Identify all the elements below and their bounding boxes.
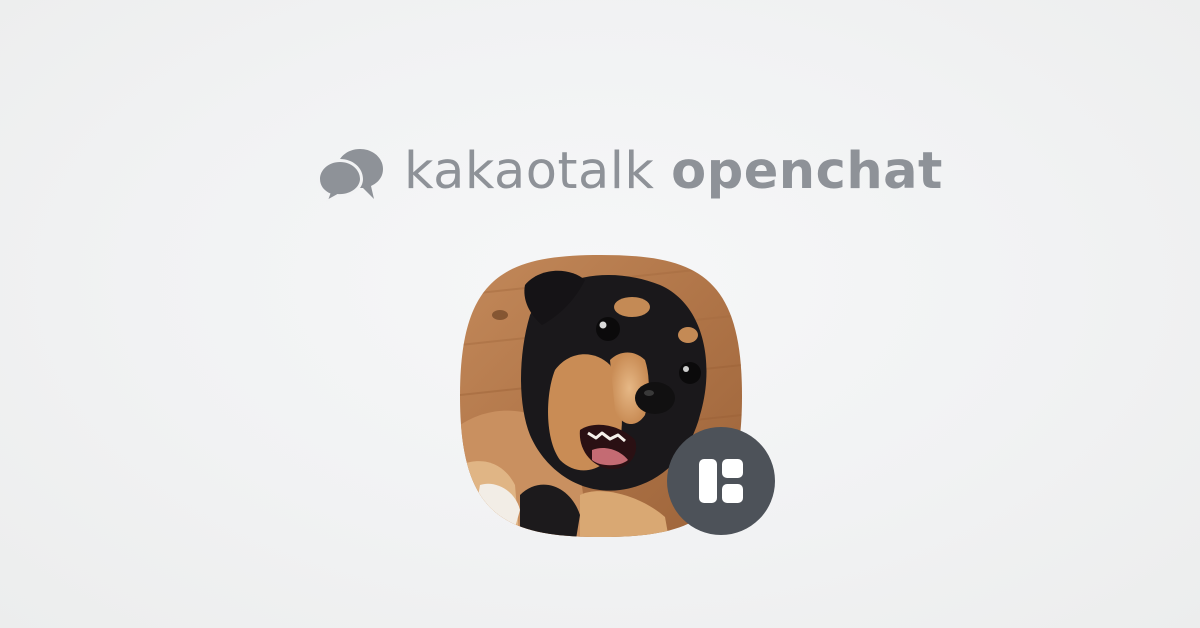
openchat-badge[interactable] (667, 427, 775, 535)
kakaotalk-openchat-logo: kakaotalk openchat (316, 143, 943, 204)
brand-name-openchat: openchat (671, 142, 943, 201)
openchat-board-icon (699, 459, 743, 503)
chat-bubbles-icon (317, 149, 383, 202)
brand-wordmark: kakaotalk openchat (404, 143, 943, 201)
brand-name-kakaotalk: kakaotalk (404, 142, 655, 201)
